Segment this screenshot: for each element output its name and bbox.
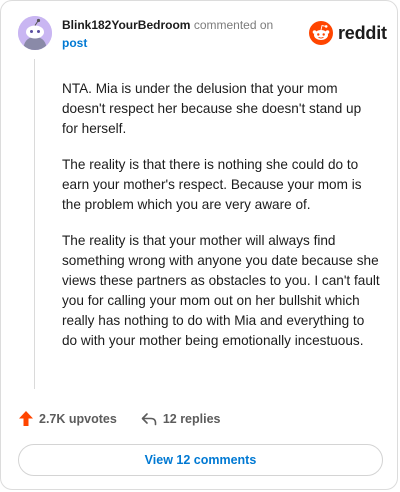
- replies-button[interactable]: 12 replies: [141, 412, 221, 426]
- snoo-avatar-icon: [18, 16, 52, 50]
- commented-on-text: commented on: [193, 18, 274, 32]
- replies-count: 12 replies: [162, 411, 221, 426]
- upvote-count: 2.7K upvotes: [39, 411, 117, 426]
- comment-body: NTA. Mia is under the delusion that your…: [62, 79, 380, 367]
- comment-header: Blink182YourBedroom commented on post: [62, 16, 302, 52]
- comment-paragraph: NTA. Mia is under the delusion that your…: [62, 81, 362, 136]
- action-bar: 2.7K upvotes 12 replies: [19, 411, 221, 426]
- reddit-wordmark: reddit: [338, 22, 387, 43]
- reddit-snoo-icon: [309, 21, 333, 45]
- view-comments-button[interactable]: View 12 comments: [18, 444, 383, 476]
- comment-paragraph: The reality is that your mother will alw…: [62, 233, 380, 348]
- comment-paragraph: The reality is that there is nothing she…: [62, 157, 362, 212]
- upvote-button[interactable]: 2.7K upvotes: [19, 411, 117, 426]
- reply-arrow-icon: [141, 412, 157, 425]
- user-avatar[interactable]: [18, 16, 52, 50]
- username[interactable]: Blink182YourBedroom: [62, 18, 190, 32]
- comment-card: Blink182YourBedroom commented on post re…: [0, 0, 398, 490]
- post-link[interactable]: post: [62, 34, 302, 52]
- upvote-arrow-icon: [19, 411, 33, 426]
- reddit-logo[interactable]: reddit: [309, 21, 387, 45]
- thread-line: [34, 59, 35, 389]
